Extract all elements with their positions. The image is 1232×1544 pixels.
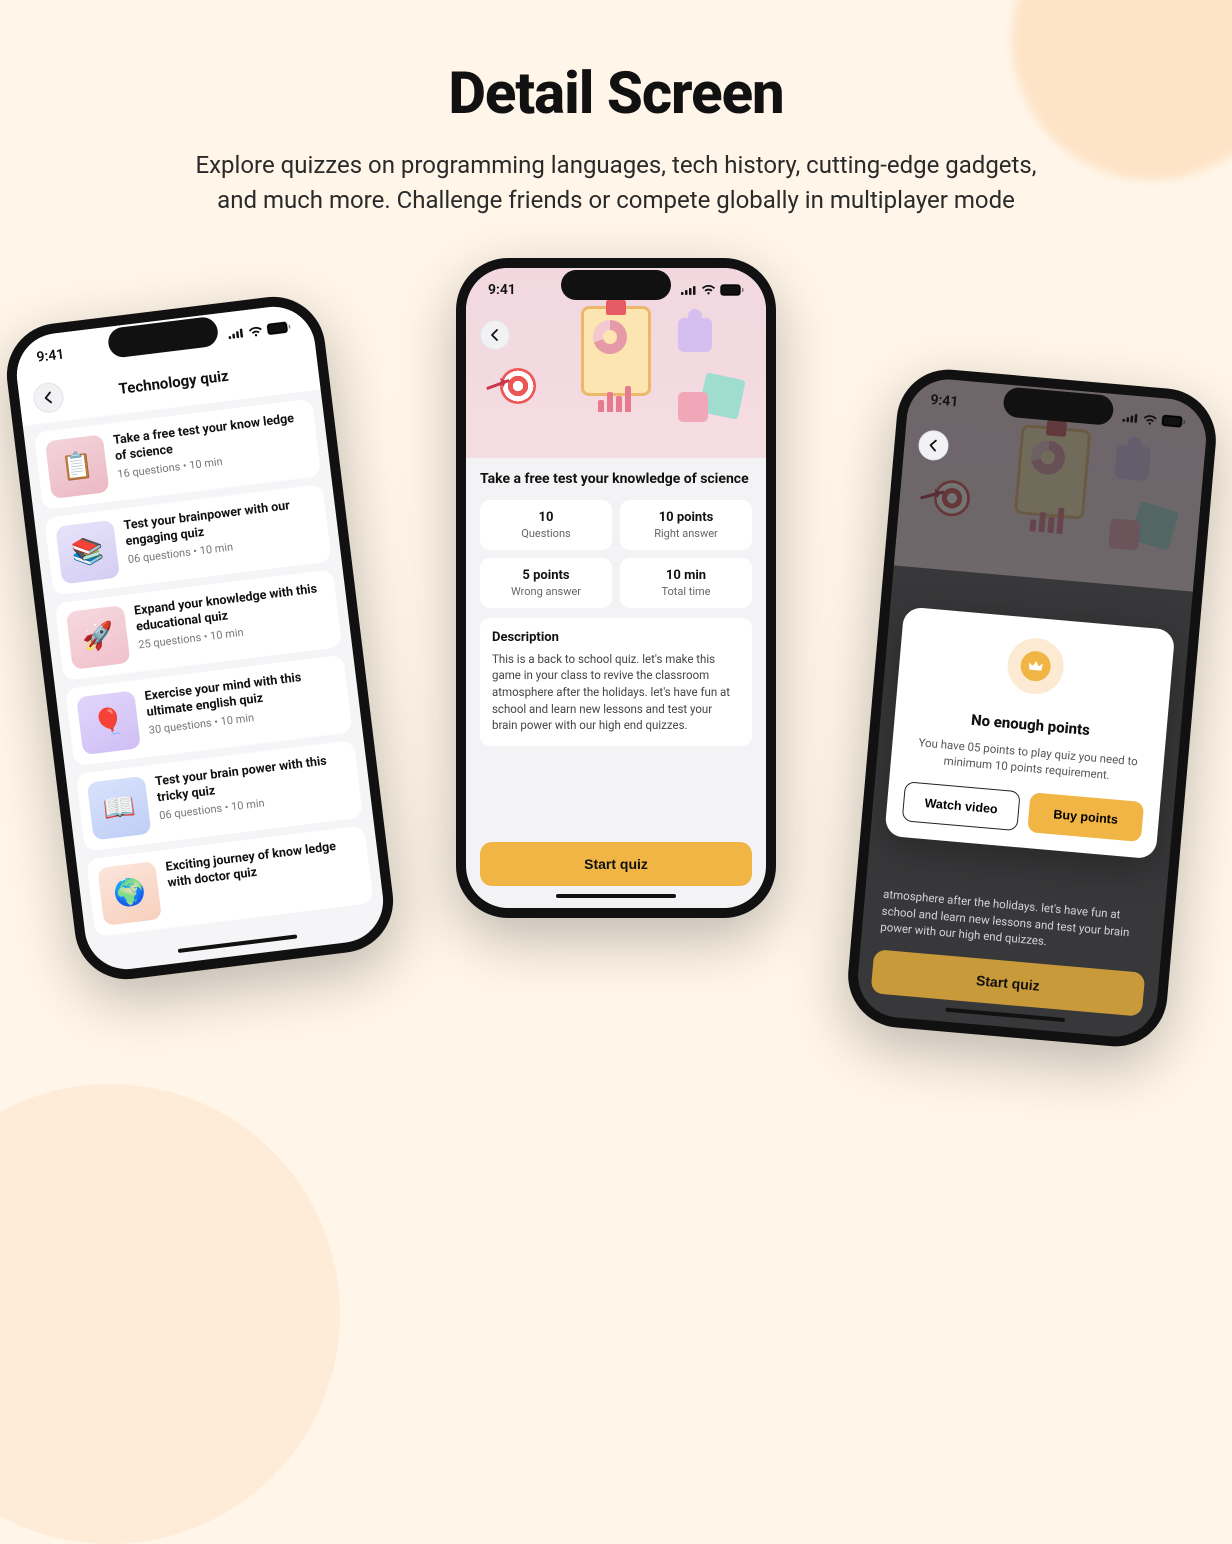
- battery-icon: [1161, 414, 1186, 428]
- stat-label: Right answer: [628, 527, 744, 540]
- buy-points-button[interactable]: Buy points: [1027, 792, 1144, 842]
- quiz-thumbnail: 📋: [45, 434, 110, 499]
- page-title: Detail Screen: [120, 60, 1112, 128]
- start-quiz-button[interactable]: Start quiz: [480, 842, 752, 886]
- wifi-icon: [1142, 413, 1158, 425]
- quiz-thumb-icon: 📚: [70, 535, 106, 569]
- quiz-item-title: Exciting journey of know ledge with doct…: [165, 836, 359, 890]
- page-subtitle: Explore quizzes on programming languages…: [176, 148, 1056, 218]
- description-text: This is a back to school quiz. let's mak…: [492, 651, 740, 734]
- crown-icon: [1019, 650, 1052, 683]
- stat-label: Total time: [628, 585, 744, 598]
- stat-value: 10 points: [628, 510, 744, 525]
- watch-video-button[interactable]: Watch video: [902, 781, 1021, 831]
- status-icons: [681, 284, 744, 296]
- stat-value: 10: [488, 510, 604, 525]
- wifi-icon: [247, 324, 263, 337]
- not-enough-points-modal: No enough points You have 05 points to p…: [884, 606, 1175, 859]
- quiz-thumbnail: 📚: [55, 519, 120, 584]
- stat-card: 5 points Wrong answer: [480, 558, 612, 608]
- modal-icon-circle: [1005, 635, 1066, 696]
- quiz-thumb-icon: 🚀: [80, 620, 116, 654]
- status-time: 9:41: [930, 392, 959, 410]
- battery-icon: [266, 320, 291, 335]
- stat-card: 10 Questions: [480, 500, 612, 550]
- stat-label: Questions: [488, 527, 604, 540]
- chevron-left-icon: [489, 329, 501, 341]
- status-time: 9:41: [36, 346, 66, 365]
- quiz-thumbnail: 🚀: [66, 605, 131, 670]
- phone-mockup-modal: 9:41 No enough points You have 05 points…: [844, 365, 1220, 1050]
- signal-icon: [1122, 411, 1139, 422]
- description-heading: Description: [492, 630, 740, 645]
- phone-notch: [561, 270, 671, 300]
- detail-title: Take a free test your knowledge of scien…: [480, 470, 752, 488]
- stat-card: 10 points Right answer: [620, 500, 752, 550]
- stat-value: 10 min: [628, 568, 744, 583]
- back-button[interactable]: [917, 429, 950, 462]
- status-time: 9:41: [488, 282, 516, 298]
- status-icons: [227, 320, 291, 340]
- stat-card: 10 min Total time: [620, 558, 752, 608]
- signal-icon: [681, 285, 697, 295]
- stat-label: Wrong answer: [488, 585, 604, 598]
- wifi-icon: [701, 284, 716, 295]
- description-box: Description This is a back to school qui…: [480, 618, 752, 746]
- status-icons: [1122, 410, 1186, 427]
- phone-mockup-list: 9:41 Technology quiz 📋 Take a free test …: [1, 291, 399, 985]
- back-button[interactable]: [480, 320, 510, 350]
- quiz-thumb-icon: 🎈: [91, 705, 127, 739]
- quiz-thumbnail: 🎈: [76, 690, 141, 755]
- quiz-thumbnail: 📖: [87, 775, 152, 840]
- phone-mockup-detail: 9:41 Take a free test your knowledge of …: [456, 258, 776, 918]
- battery-icon: [720, 284, 744, 296]
- quiz-thumb-icon: 📋: [59, 449, 95, 483]
- stat-value: 5 points: [488, 568, 604, 583]
- quiz-thumb-icon: 🌍: [112, 876, 148, 910]
- quiz-thumb-icon: 📖: [101, 791, 137, 825]
- chevron-left-icon: [927, 439, 940, 452]
- signal-icon: [228, 327, 245, 339]
- quiz-thumbnail: 🌍: [97, 861, 162, 926]
